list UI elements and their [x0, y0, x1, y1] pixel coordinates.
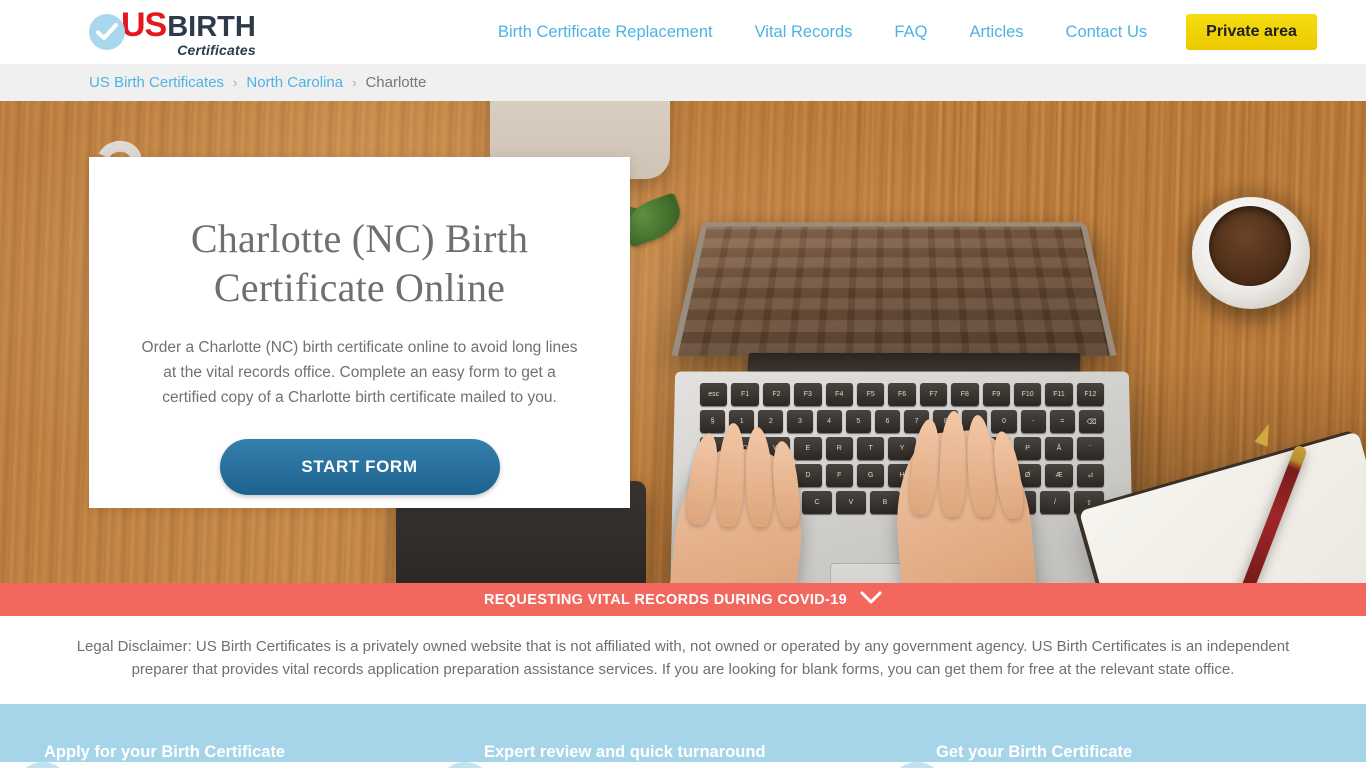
coffee-cup — [1192, 197, 1310, 309]
logo-certificates-text: Certificates — [177, 41, 256, 58]
keyboard-key: G — [856, 464, 885, 487]
review-icon — [438, 761, 492, 768]
site-logo[interactable]: US BIRTH Certificates — [89, 8, 256, 57]
step-title: Get your Birth Certificate — [936, 742, 1133, 761]
breadcrumb-separator: › — [352, 75, 357, 90]
step-apply: Apply for your Birth Certificate — [0, 742, 474, 768]
nav-item-faq[interactable]: FAQ — [873, 23, 948, 42]
nav-item-contact-us[interactable]: Contact Us — [1045, 23, 1169, 42]
keyboard-key: F4 — [825, 383, 853, 406]
private-area-button[interactable]: Private area — [1186, 14, 1317, 50]
keyboard-key: / — [1040, 491, 1070, 514]
keyboard-key: F — [825, 464, 853, 487]
keyboard-key: V — [836, 491, 866, 514]
step-title: Apply for your Birth Certificate — [44, 742, 286, 761]
finger — [939, 410, 967, 518]
nav-item-birth-certificate-replacement[interactable]: Birth Certificate Replacement — [490, 23, 734, 42]
keyboard-key: F8 — [951, 383, 979, 406]
keyboard-key: F2 — [762, 383, 791, 406]
keyboard-key: R — [825, 437, 853, 460]
keyboard-row: esc F1 F2 F3 F4 F5 F6 F7 F8 F9 F10 F11 F… — [700, 383, 1105, 406]
keyboard-key: F7 — [919, 383, 948, 406]
hero-section: esc F1 F2 F3 F4 F5 F6 F7 F8 F9 F10 F11 F… — [0, 101, 1366, 583]
steps-section: Apply for your Birth Certificate Expert … — [0, 703, 1366, 768]
keyboard-key: - — [1020, 410, 1046, 433]
keyboard-key: 6 — [874, 410, 900, 433]
breadcrumb-bar: US Birth Certificates › North Carolina ›… — [0, 64, 1366, 101]
screen-reflection — [677, 226, 1111, 356]
check-circle-icon — [89, 14, 125, 50]
breadcrumb-separator: › — [233, 75, 238, 90]
keyboard-key: F5 — [856, 383, 885, 406]
chevron-down-icon[interactable] — [860, 591, 882, 609]
certificate-icon — [890, 761, 944, 768]
keyboard-key: F12 — [1076, 383, 1105, 406]
step-receive: Get your Birth Certificate — [890, 742, 1366, 768]
keyboard-key: = — [1049, 410, 1075, 433]
logo-wordmark: US BIRTH Certificates — [121, 8, 256, 57]
keyboard-key: Å — [1045, 437, 1073, 460]
covid-banner-text: REQUESTING VITAL RECORDS DURING COVID-19 — [483, 591, 848, 608]
keyboard-key: F9 — [982, 383, 1010, 406]
keyboard-key: ⏎ — [1076, 464, 1105, 487]
site-header: US BIRTH Certificates Birth Certificate … — [0, 0, 1366, 64]
hero-subtitle: Order a Charlotte (NC) birth certificate… — [141, 338, 578, 407]
step-review: Expert review and quick turnaround — [438, 742, 914, 768]
page-title: Charlotte (NC) Birth Certificate Online — [190, 216, 529, 310]
keyboard-key: D — [794, 464, 822, 487]
keyboard-key: 0 — [991, 410, 1017, 433]
legal-disclaimer: Legal Disclaimer: US Birth Certificates … — [0, 616, 1366, 704]
keyboard-key: ⌫ — [1078, 410, 1104, 433]
keyboard-key: 5 — [845, 410, 871, 433]
nav-item-vital-records[interactable]: Vital Records — [734, 23, 874, 42]
keyboard-key: F11 — [1045, 383, 1073, 406]
step-title: Expert review and quick turnaround — [484, 742, 766, 761]
breadcrumb-item-charlotte: Charlotte — [365, 74, 427, 91]
logo-birth-text: BIRTH — [167, 10, 256, 43]
keyboard-key: esc — [700, 383, 728, 406]
keyboard-key: P — [1013, 437, 1042, 460]
coffee-liquid — [1209, 206, 1291, 286]
covid-banner[interactable]: REQUESTING VITAL RECORDS DURING COVID-19 — [0, 583, 1366, 616]
keyboard-key: T — [856, 437, 885, 460]
breadcrumb-item-us-birth-certificates[interactable]: US Birth Certificates — [89, 74, 224, 91]
keyboard-key: B — [870, 491, 900, 514]
keyboard-key: F3 — [794, 383, 822, 406]
keyboard-key: F1 — [731, 383, 759, 406]
main-navigation: Birth Certificate Replacement Vital Reco… — [490, 0, 1317, 64]
keyboard-key: F10 — [1013, 383, 1042, 406]
laptop-screen — [671, 222, 1117, 356]
nav-item-articles[interactable]: Articles — [948, 23, 1044, 42]
logo-us-text: US — [121, 5, 167, 44]
breadcrumb: US Birth Certificates › North Carolina ›… — [89, 74, 426, 91]
keyboard-key: Æ — [1045, 464, 1073, 487]
keyboard-key: E — [794, 437, 822, 460]
keyboard-key: § — [700, 410, 726, 433]
breadcrumb-item-north-carolina[interactable]: North Carolina — [246, 74, 343, 91]
keyboard-key: 3 — [787, 410, 813, 433]
keyboard-key: ¨ — [1076, 437, 1105, 460]
start-form-button[interactable]: START FORM — [219, 438, 500, 495]
keyboard-key: 4 — [816, 410, 842, 433]
keyboard-key: C — [802, 491, 832, 514]
keyboard-key: F6 — [888, 383, 916, 406]
form-icon — [16, 761, 70, 768]
hero-card: Charlotte (NC) Birth Certificate Online … — [89, 157, 630, 508]
